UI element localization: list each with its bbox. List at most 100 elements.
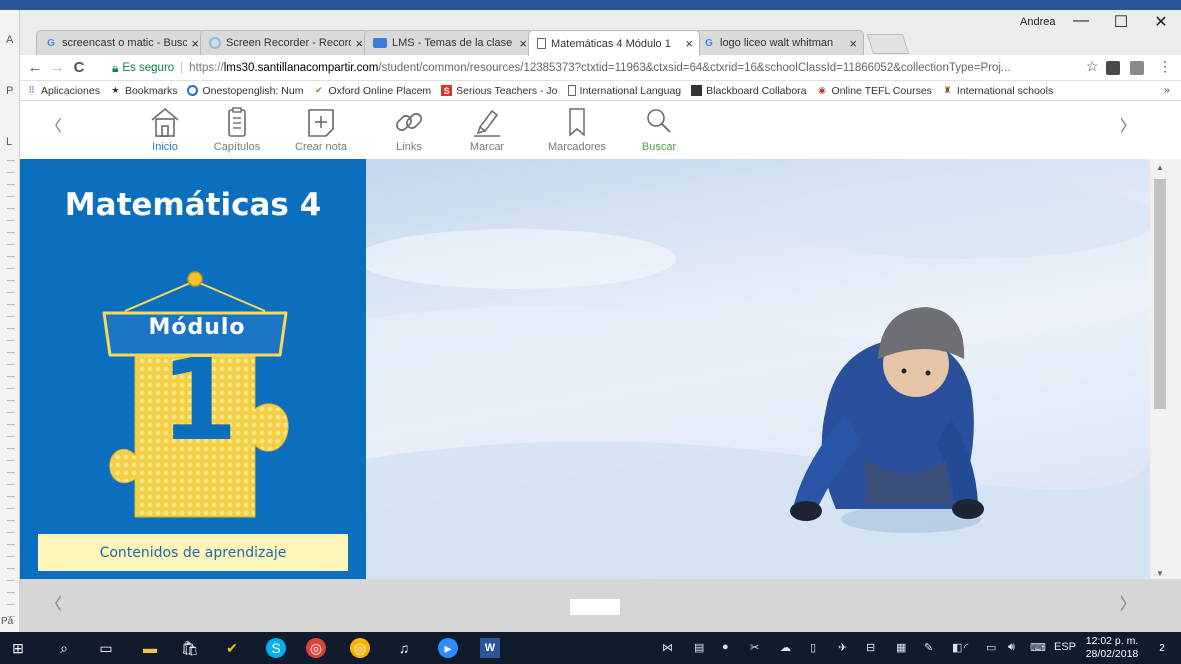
tab-label: logo liceo walt whitman xyxy=(720,37,834,49)
url-protocol: https:// xyxy=(189,62,224,74)
url-host: lms30.santillanacompartir.com xyxy=(223,62,379,74)
clock[interactable]: 12:02 p. m. 28/02/2018 xyxy=(1082,635,1142,661)
tray-icon-9[interactable]: ▦ xyxy=(896,641,906,654)
scroll-up-arrow[interactable]: ▲ xyxy=(1156,163,1164,172)
bottom-next-button[interactable]: › xyxy=(1119,579,1129,625)
close-icon[interactable]: × xyxy=(685,36,693,51)
forward-button[interactable]: → xyxy=(46,59,68,76)
reload-button[interactable]: C xyxy=(68,59,90,76)
bookmark-label: Blackboard Collabora xyxy=(706,84,807,97)
bookmark-blackboard[interactable]: Blackboard Collabora xyxy=(691,84,807,97)
norton-icon[interactable]: ✔ xyxy=(222,638,242,658)
keyboard-icon[interactable]: ⌨ xyxy=(1030,641,1046,654)
learning-contents-button[interactable]: Contenidos de aprendizaje xyxy=(38,534,348,571)
ebook-reader: ‹ › Inicio Capítulos Crear nota Links Ma… xyxy=(20,101,1181,632)
links-button[interactable]: Links xyxy=(374,105,444,153)
tray-icon-1[interactable]: ⋈ xyxy=(662,641,673,654)
search-taskbar-icon[interactable]: ⌕ xyxy=(54,638,74,658)
bookmarks-reader-button[interactable]: Marcadores xyxy=(542,105,612,153)
bookmark-tefl[interactable]: ◉ Online TEFL Courses xyxy=(817,85,932,97)
tray-icon-5[interactable]: ☁ xyxy=(780,641,791,654)
close-icon[interactable]: × xyxy=(355,36,363,51)
language-indicator[interactable]: ESP xyxy=(1054,641,1076,653)
bookmark-serious-teachers[interactable]: S Serious Teachers - Jo xyxy=(441,85,558,97)
close-icon[interactable]: × xyxy=(849,36,857,51)
book-title: Matemáticas 4 xyxy=(64,187,322,223)
file-explorer-icon[interactable]: ▬ xyxy=(140,638,160,658)
scroll-down-arrow[interactable]: ▼ xyxy=(1156,569,1164,578)
scrollbar-thumb[interactable] xyxy=(1154,179,1166,409)
close-window-button[interactable]: ✕ xyxy=(1141,12,1181,32)
profile-name[interactable]: Andrea xyxy=(1020,16,1055,28)
tab-matematicas[interactable]: Matemáticas 4 Módulo 1 × xyxy=(528,30,700,56)
bottom-previous-button[interactable]: ‹ xyxy=(53,579,63,625)
chrome-menu-icon[interactable]: ⋮ xyxy=(1158,58,1172,75)
bookmark-star-icon[interactable]: ☆ xyxy=(1086,58,1099,75)
google-icon: G xyxy=(705,37,713,49)
skype-icon[interactable]: S xyxy=(266,638,286,658)
highlight-button[interactable]: Marcar xyxy=(452,105,522,153)
snow-scene xyxy=(366,179,1150,579)
tab-screencast[interactable]: G screencast o matic - Busc × xyxy=(36,30,206,55)
tab-lms[interactable]: LMS - Temas de la clase × xyxy=(364,30,534,55)
tray-icon-7[interactable]: ✈ xyxy=(838,641,847,654)
cover-panel: Matemáticas 4 Módulo 1 Contenidos de apr… xyxy=(20,159,366,579)
chrome-alt-icon[interactable]: ◎ xyxy=(350,638,370,658)
bookmark-international-language[interactable]: International Languag xyxy=(567,85,681,97)
page-indicator[interactable] xyxy=(570,599,620,615)
chapters-button[interactable]: Capítulos xyxy=(202,105,272,153)
tray-icon-6[interactable]: ▯ xyxy=(810,641,816,654)
windows-start-icon[interactable]: ⊞ xyxy=(8,638,28,658)
reader-bottom-bar: ‹ › xyxy=(20,579,1181,632)
notification-count: 2 xyxy=(1159,642,1165,654)
close-icon[interactable]: × xyxy=(519,36,527,51)
address-bar[interactable]: 🔒︎ Es seguro | https:// lms30.santillana… xyxy=(112,57,1142,79)
lock-icon: 🔒︎ xyxy=(112,60,119,75)
notifications-icon[interactable]: 2 xyxy=(1152,638,1172,658)
extension-icon[interactable] xyxy=(1106,61,1120,75)
tray-icon-3[interactable]: ● xyxy=(722,641,729,653)
minimize-button[interactable]: — xyxy=(1061,12,1101,30)
extension-icon-2[interactable] xyxy=(1130,61,1144,75)
maximize-button[interactable]: ☐ xyxy=(1101,12,1141,32)
itunes-icon[interactable]: ♫ xyxy=(394,638,414,658)
store-icon[interactable]: 🛍︎ xyxy=(180,638,200,658)
tab-screen-recorder[interactable]: Screen Recorder - Record × xyxy=(200,30,370,55)
chrome-icon[interactable]: ◎ xyxy=(306,638,326,658)
module-number: 1 xyxy=(160,336,238,466)
onestop-icon xyxy=(187,85,199,96)
tray-icon-4[interactable]: ✂ xyxy=(750,641,759,654)
battery-icon[interactable]: ▭ xyxy=(986,641,996,654)
bookmarks-more-button[interactable]: » xyxy=(1164,84,1170,96)
url-separator: | xyxy=(180,62,184,74)
tray-icon-10[interactable]: ✎ xyxy=(924,641,933,654)
previous-page-button[interactable]: ‹ xyxy=(53,101,63,147)
word-icon[interactable]: W xyxy=(480,638,500,658)
tray-icon-11[interactable]: ◧ xyxy=(952,641,962,654)
next-page-button[interactable]: › xyxy=(1119,101,1129,147)
home-label: Inicio xyxy=(152,141,178,153)
add-note-icon xyxy=(308,109,334,137)
record-icon xyxy=(209,37,221,49)
back-button[interactable]: ← xyxy=(24,59,46,76)
tray-icon-8[interactable]: ⊟ xyxy=(866,641,875,654)
tray-icon-2[interactable]: ▤ xyxy=(694,641,704,654)
home-button[interactable]: Inicio xyxy=(130,105,200,153)
wifi-icon[interactable]: ◜ xyxy=(964,641,968,654)
bookmark-onestop[interactable]: Onestopenglish: Num xyxy=(187,85,303,97)
search-button[interactable]: Buscar xyxy=(624,105,694,153)
zoom-icon[interactable]: ▸ xyxy=(438,638,458,658)
google-icon: G xyxy=(47,37,55,49)
tab-logo-liceo[interactable]: G logo liceo walt whitman × xyxy=(694,30,864,55)
bookmark-oxford[interactable]: ✔ Oxford Online Placem xyxy=(313,85,431,97)
home-icon xyxy=(151,107,179,137)
new-tab-button[interactable] xyxy=(866,34,910,54)
close-icon[interactable]: × xyxy=(191,36,199,51)
bookmark-apps[interactable]: ⠿ Aplicaciones xyxy=(26,85,100,97)
bookmark-bookmarks[interactable]: ★ Bookmarks xyxy=(110,85,177,97)
bookmark-icon xyxy=(569,108,585,137)
create-note-button[interactable]: Crear nota xyxy=(286,105,356,153)
bookmark-international-schools[interactable]: ♜ International schools xyxy=(942,85,1053,97)
volume-icon[interactable]: 🔊︎ xyxy=(1008,641,1015,654)
task-view-icon[interactable]: ▭ xyxy=(96,638,116,658)
